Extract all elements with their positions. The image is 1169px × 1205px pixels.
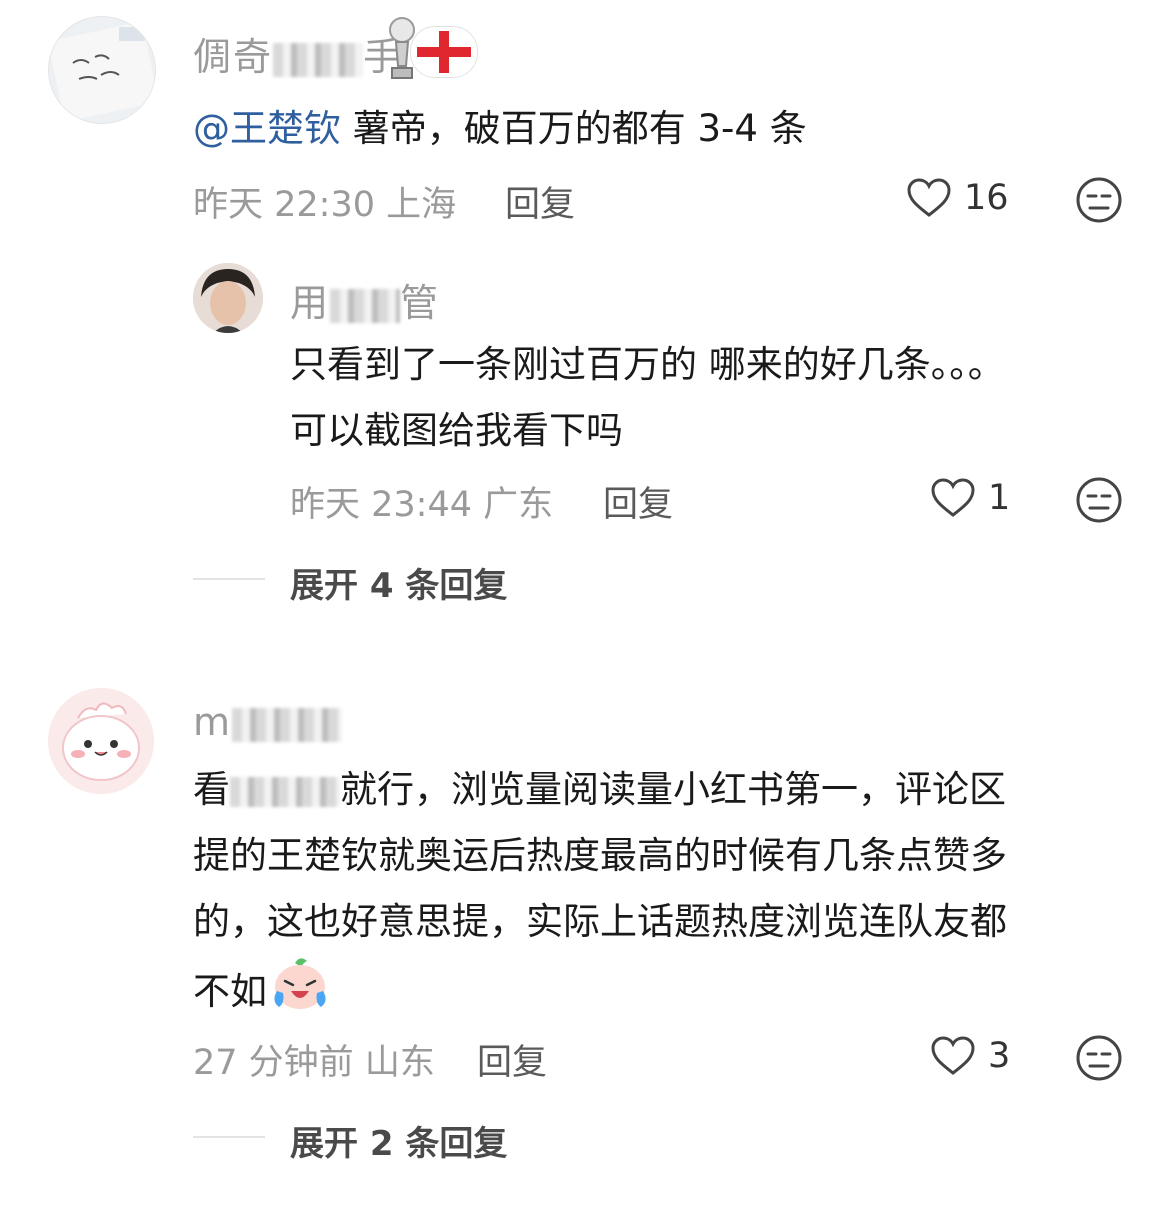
expand-replies-button[interactable]: 展开 4 条回复	[290, 558, 507, 607]
like-button[interactable]: 3	[930, 1036, 1010, 1076]
dislike-face-icon[interactable]	[1075, 176, 1123, 224]
text-redaction	[230, 776, 340, 807]
dislike-face-icon[interactable]	[1075, 1034, 1123, 1082]
username-redaction	[330, 288, 401, 323]
username-redaction	[273, 42, 364, 77]
divider	[193, 578, 265, 580]
reply-avatar-image	[193, 263, 263, 333]
avatar[interactable]	[48, 16, 156, 124]
reply-button[interactable]: 回复	[477, 1034, 547, 1085]
like-count: 3	[988, 1036, 1011, 1076]
reply-text: 只看到了一条刚过百万的 哪来的好几条。。。 可以截图给我看下吗	[290, 343, 1005, 452]
crying-laughing-emoji-icon	[271, 955, 329, 1032]
england-flag-icon	[410, 26, 478, 78]
comment-username[interactable]: m	[193, 700, 343, 744]
heart-icon	[931, 1036, 975, 1075]
mention-link[interactable]: @王楚钦	[193, 107, 341, 150]
reply-username[interactable]: 用管	[290, 272, 440, 327]
comment-username[interactable]: 倜奇手	[193, 26, 403, 81]
comment-meta: 27 分钟前 山东	[193, 1043, 435, 1083]
comment-meta: 昨天 22:30 上海	[193, 185, 457, 225]
heart-icon	[931, 478, 975, 517]
like-button[interactable]: 1	[930, 478, 1010, 518]
dislike-face-icon[interactable]	[1075, 476, 1123, 524]
like-count: 1	[988, 478, 1011, 518]
avatar-image	[49, 21, 155, 122]
avatar-image	[48, 688, 154, 794]
username-redaction	[232, 707, 343, 742]
comment-text: @王楚钦 薯帝，破百万的都有 3-4 条	[193, 107, 807, 150]
divider	[193, 1136, 265, 1138]
reply-avatar[interactable]	[193, 263, 263, 333]
heart-icon	[907, 178, 951, 217]
reply-button[interactable]: 回复	[603, 476, 673, 527]
reply-meta: 昨天 23:44 广东	[290, 485, 554, 525]
comment-text: 看就行，浏览量阅读量小红书第一，评论区 提的王楚钦就奥运后热度最高的时候有几条点…	[193, 757, 1133, 1032]
reply-button[interactable]: 回复	[505, 176, 575, 227]
avatar[interactable]	[48, 688, 154, 794]
like-count: 16	[964, 178, 1009, 218]
like-button[interactable]: 16	[906, 178, 1009, 218]
expand-replies-button[interactable]: 展开 2 条回复	[290, 1116, 507, 1165]
